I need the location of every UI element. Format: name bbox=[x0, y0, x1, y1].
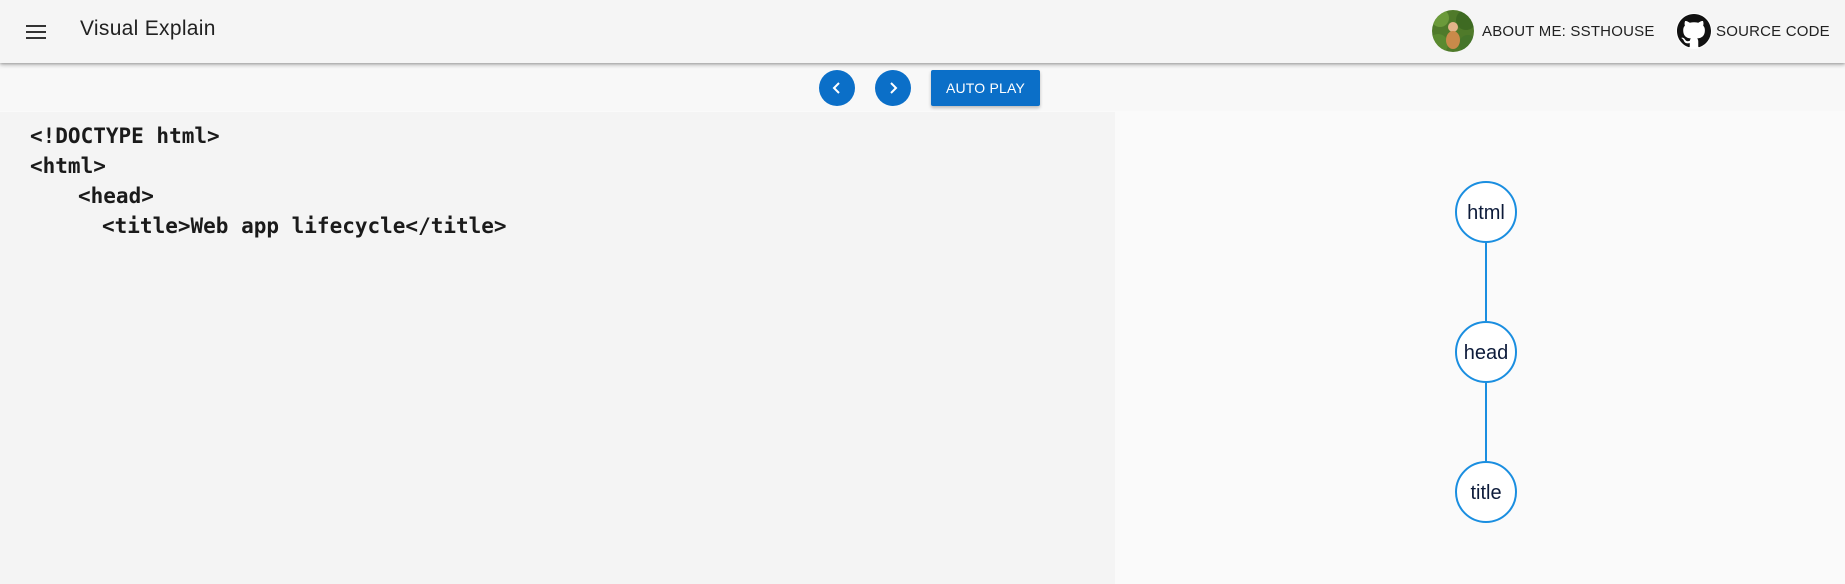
code-panel: <!DOCTYPE html> <html> <head> <title>Web… bbox=[0, 112, 1115, 584]
controls-bar bbox=[0, 63, 1845, 111]
tree-node-label: html bbox=[1467, 202, 1505, 224]
github-icon bbox=[1676, 13, 1712, 49]
hamburger-menu-icon bbox=[26, 25, 46, 39]
tree-node-label: title bbox=[1470, 482, 1501, 504]
code-line: <!DOCTYPE html> bbox=[30, 124, 220, 148]
next-step-button[interactable] bbox=[875, 70, 911, 106]
tree-node-head[interactable]: head bbox=[1455, 321, 1517, 383]
auto-play-button[interactable]: AUTO PLAY bbox=[931, 70, 1040, 106]
source-code-link[interactable]: SOURCE CODE bbox=[1676, 10, 1830, 52]
source-code-label: SOURCE CODE bbox=[1716, 22, 1830, 40]
previous-step-button[interactable] bbox=[819, 70, 855, 106]
app-title: Visual Explain bbox=[80, 17, 216, 40]
chevron-left-icon bbox=[832, 82, 840, 94]
tree-node-title[interactable]: title bbox=[1455, 461, 1517, 523]
avatar bbox=[1432, 10, 1474, 52]
app-bar: Visual Explain ABOUT ME: SSTHOUSE SOURCE… bbox=[0, 0, 1845, 63]
tree-node-html[interactable]: html bbox=[1455, 181, 1517, 243]
about-me-link[interactable]: ABOUT ME: SSTHOUSE bbox=[1432, 10, 1655, 52]
code-line: <title>Web app lifecycle</title> bbox=[102, 214, 507, 238]
tree-node-label: head bbox=[1464, 342, 1509, 364]
dom-tree-diagram: html head title bbox=[1455, 181, 1517, 523]
menu-button[interactable] bbox=[18, 14, 54, 50]
dom-tree-panel: html head title bbox=[1116, 112, 1845, 584]
chevron-right-icon bbox=[890, 82, 898, 94]
about-me-label: ABOUT ME: SSTHOUSE bbox=[1482, 22, 1655, 40]
code-line: <html> bbox=[30, 154, 106, 178]
code-line: <head> bbox=[78, 184, 154, 208]
